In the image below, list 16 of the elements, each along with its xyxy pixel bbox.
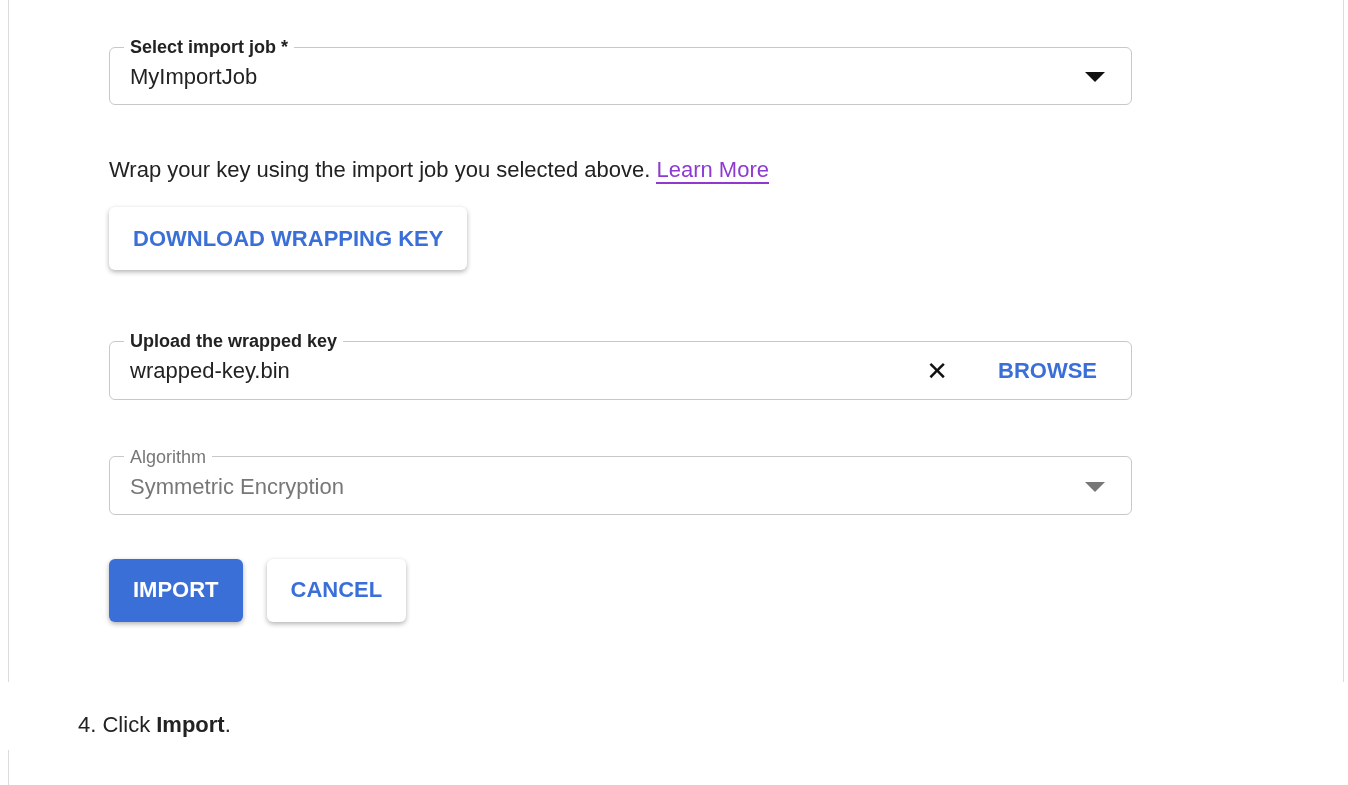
step-text: 4. Click Import. <box>78 712 232 738</box>
caret-icon <box>1085 72 1105 83</box>
instruction-text: Wrap your key using the import job you selected above. Learn More <box>109 156 770 186</box>
field-value: wrapped-key.bin <box>130 358 291 385</box>
field-label: Select import job * <box>129 36 290 58</box>
clear-button[interactable]: ✕ <box>926 356 948 387</box>
field-label: Algorithm <box>129 445 208 468</box>
learn-more-link[interactable]: Learn More <box>656 157 769 185</box>
browse-button[interactable]: BROWSE <box>984 358 1111 385</box>
download-wrapping-key-button[interactable]: DOWNLOAD WRAPPING KEY <box>109 207 468 271</box>
cancel-button[interactable]: CANCEL <box>266 559 407 622</box>
caret-icon <box>1085 481 1105 492</box>
field-value: Symmetric Encryption <box>130 473 345 500</box>
field-label: Upload the wrapped key <box>129 330 339 353</box>
field-value: MyImportJob <box>130 64 259 91</box>
import-button[interactable]: IMPORT <box>109 559 243 622</box>
